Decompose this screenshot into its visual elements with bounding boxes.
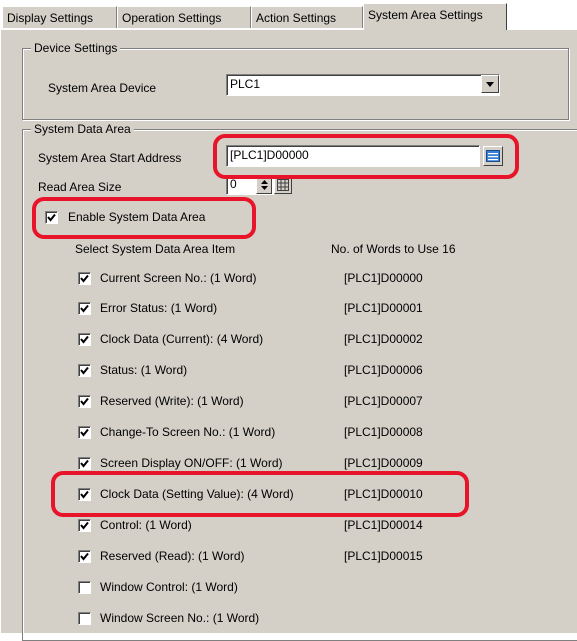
item-address: [PLC1]D00002 — [344, 332, 423, 346]
item-checkbox[interactable] — [78, 519, 91, 532]
item-label: Window Screen No.: (1 Word) — [100, 611, 260, 625]
device-settings-title: Device Settings — [31, 41, 121, 55]
checkmark-icon — [80, 397, 89, 406]
spin-down-icon — [260, 186, 268, 190]
dropdown-button[interactable] — [481, 75, 499, 93]
item-checkbox[interactable] — [78, 550, 91, 563]
item-checkbox[interactable] — [78, 272, 91, 285]
read-area-keypad-button[interactable] — [274, 176, 292, 194]
tab-label: System Area Settings — [368, 8, 483, 22]
item-label: Clock Data (Current): (4 Word) — [100, 332, 264, 346]
system-area-settings-panel: Device Settings System Area Device PLC1 … — [0, 29, 577, 641]
tab-action-settings[interactable]: Action Settings — [251, 6, 363, 28]
checkmark-icon — [47, 213, 56, 222]
tab-label: Operation Settings — [122, 11, 222, 25]
item-checkbox[interactable] — [78, 612, 91, 625]
item-label: Screen Display ON/OFF: (1 Word) — [100, 456, 283, 470]
item-label: Reserved (Write): (1 Word) — [100, 394, 244, 408]
tab-label: Action Settings — [256, 11, 337, 25]
grid-icon — [277, 179, 289, 191]
item-address: [PLC1]D00001 — [344, 301, 423, 315]
item-address: [PLC1]D00010 — [344, 487, 423, 501]
enable-system-data-area-label: Enable System Data Area — [68, 210, 206, 224]
item-checkbox[interactable] — [78, 333, 91, 346]
checkmark-icon — [80, 552, 89, 561]
select-items-header: Select System Data Area Item — [75, 242, 236, 256]
item-address: [PLC1]D00008 — [344, 425, 423, 439]
item-label: Status: (1 Word) — [100, 363, 188, 377]
start-address-input[interactable]: [PLC1]D00000 — [226, 145, 480, 167]
item-address: [PLC1]D00014 — [344, 518, 423, 532]
system-area-device-value: PLC1 — [230, 77, 261, 91]
tab-operation-settings[interactable]: Operation Settings — [117, 6, 251, 28]
enable-system-data-area-checkbox[interactable] — [45, 211, 58, 224]
keypad-icon — [486, 150, 500, 162]
system-data-area-group: System Data Area — [22, 122, 577, 641]
tab-system-area-settings[interactable]: System Area Settings — [363, 3, 507, 30]
tab-label: Display Settings — [7, 11, 94, 25]
checkmark-icon — [80, 459, 89, 468]
item-label: Window Control: (1 Word) — [100, 580, 238, 594]
chevron-down-icon — [486, 81, 494, 87]
item-address: [PLC1]D00000 — [344, 271, 423, 285]
item-checkbox[interactable] — [78, 488, 91, 501]
item-checkbox[interactable] — [78, 364, 91, 377]
item-checkbox[interactable] — [78, 581, 91, 594]
read-area-spinner[interactable] — [256, 176, 272, 194]
system-area-device-select[interactable]: PLC1 — [226, 74, 500, 96]
item-address: [PLC1]D00007 — [344, 394, 423, 408]
item-address: [PLC1]D00015 — [344, 549, 423, 563]
checkmark-icon — [80, 428, 89, 437]
item-checkbox[interactable] — [78, 395, 91, 408]
checkmark-icon — [80, 335, 89, 344]
item-address: [PLC1]D00009 — [344, 456, 423, 470]
start-address-label: System Area Start Address — [38, 151, 182, 165]
checkmark-icon — [80, 366, 89, 375]
system-area-device-label: System Area Device — [48, 81, 157, 95]
item-label: Clock Data (Setting Value): (4 Word) — [100, 487, 294, 501]
item-label: Current Screen No.: (1 Word) — [100, 271, 257, 285]
tab-display-settings[interactable]: Display Settings — [2, 6, 117, 28]
checkmark-icon — [80, 304, 89, 313]
start-address-value: [PLC1]D00000 — [230, 148, 309, 162]
item-checkbox[interactable] — [78, 457, 91, 470]
item-label: Control: (1 Word) — [100, 518, 192, 532]
words-to-use-header: No. of Words to Use 16 — [331, 242, 456, 256]
item-label: Reserved (Read): (1 Word) — [100, 549, 245, 563]
read-area-size-value: 0 — [230, 177, 237, 191]
checkmark-icon — [80, 521, 89, 530]
checkmark-icon — [80, 274, 89, 283]
item-checkbox[interactable] — [78, 426, 91, 439]
item-address: [PLC1]D00006 — [344, 363, 423, 377]
item-checkbox[interactable] — [78, 302, 91, 315]
item-label: Error Status: (1 Word) — [100, 301, 218, 315]
spin-up-icon — [260, 180, 268, 184]
address-picker-button[interactable] — [483, 146, 503, 166]
item-label: Change-To Screen No.: (1 Word) — [100, 425, 276, 439]
read-area-size-label: Read Area Size — [38, 180, 122, 194]
system-data-area-title: System Data Area — [31, 122, 134, 136]
checkmark-icon — [80, 490, 89, 499]
